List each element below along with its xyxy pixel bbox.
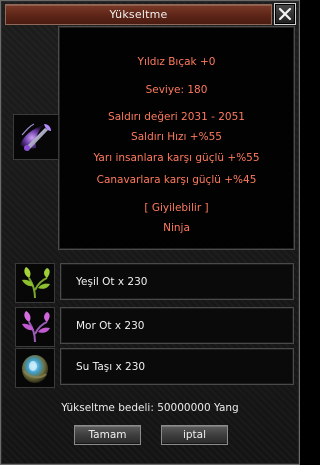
item-class: Ninja <box>163 222 190 234</box>
close-button[interactable] <box>274 3 296 25</box>
wearable-status: [ Giyilebilir ] <box>144 202 209 214</box>
cancel-button[interactable]: iptal <box>161 425 228 445</box>
material-slot-2[interactable] <box>15 307 55 347</box>
item-info-panel: Yıldız Bıçak +0 Seviye: 180 Saldırı değe… <box>58 26 295 250</box>
water-stone-icon <box>16 349 54 387</box>
upgrade-window: Yükseltme Yıldız Bıçak +0 Seviye: 180 Sa… <box>0 0 300 465</box>
item-name: Yıldız Bıçak +0 <box>137 56 216 68</box>
material-field-3: Su Taşı x 230 <box>60 348 294 385</box>
purple-herb-icon <box>16 308 54 346</box>
cancel-button-label: iptal <box>182 429 207 441</box>
dagger-icon <box>14 115 58 159</box>
bonus-half-humans: Yarı insanlara karşı güçlü +%55 <box>93 152 260 164</box>
ok-button-label: Tamam <box>88 429 127 441</box>
item-slot[interactable] <box>13 114 59 160</box>
material-label-1: Yeşil Ot x 230 <box>76 275 148 288</box>
attack-value: Saldırı değeri 2031 - 2051 <box>108 111 245 123</box>
bonus-monsters: Canavarlara karşı güçlü +%45 <box>96 174 257 186</box>
material-label-3: Su Taşı x 230 <box>76 360 146 373</box>
green-herb-icon <box>16 264 54 302</box>
material-slot-1[interactable] <box>15 263 55 303</box>
close-icon <box>278 7 292 21</box>
material-label-2: Mor Ot x 230 <box>76 319 145 332</box>
window-title: Yükseltme <box>109 8 168 21</box>
material-field-1: Yeşil Ot x 230 <box>60 263 294 300</box>
material-field-2: Mor Ot x 230 <box>60 307 294 344</box>
item-level: Seviye: 180 <box>145 84 208 96</box>
upgrade-cost: Yükseltme bedeli: 50000000 Yang <box>61 402 239 414</box>
ok-button[interactable]: Tamam <box>74 425 141 445</box>
material-slot-3[interactable] <box>15 348 55 388</box>
attack-speed: Saldırı Hızı +%55 <box>131 131 222 143</box>
title-bar[interactable]: Yükseltme <box>5 4 272 25</box>
